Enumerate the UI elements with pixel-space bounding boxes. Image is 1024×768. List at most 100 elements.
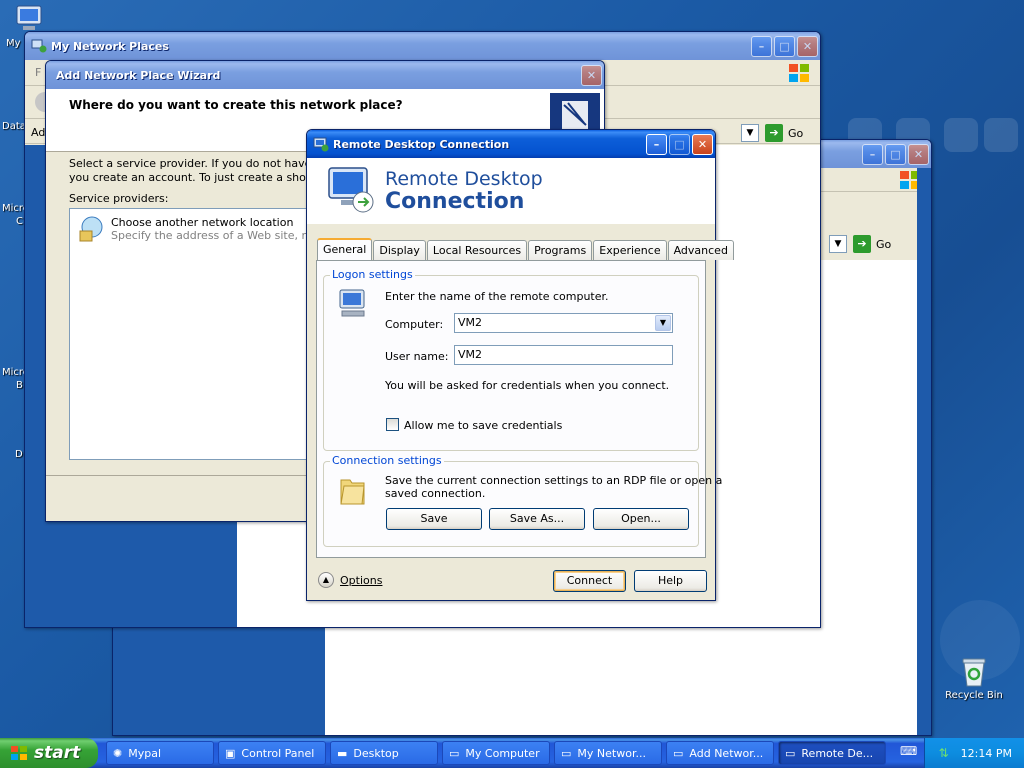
go-label[interactable]: Go [788,127,803,140]
maximize-icon[interactable]: □ [669,133,690,155]
username-label: User name: [385,350,449,363]
desktop-icon-micro-2-sub: B [16,380,23,391]
network-places-icon [31,39,47,53]
control-panel-icon: ▣ [225,746,236,760]
connection-settings-group: Connection settings Save the current con… [323,454,722,547]
username-field[interactable]: VM2 [454,345,673,365]
recycle-bin-icon [962,658,986,687]
remote-desktop-icon: ▭ [785,746,796,760]
taskbar-item-desktop[interactable]: ▬ Desktop [330,741,438,765]
wizard-description-1: Select a service provider. If you do not… [69,157,343,170]
wizard-titlebar[interactable]: Add Network Place Wizard ✕ [46,61,604,89]
provider-name: Choose another network location [111,216,294,229]
save-button[interactable]: Save [386,508,482,530]
network-places-icon: ▭ [561,746,572,760]
computer-label: Computer: [385,318,444,331]
folder-icon: ▬ [337,746,348,760]
windows-logo-icon [789,64,809,82]
network-window-titlebar[interactable]: My Network Places – □ ✕ [25,32,820,60]
computer-icon [339,289,365,317]
wizard-title: Add Network Place Wizard [56,68,221,82]
system-tray: ⇅ 12:14 PM [924,738,1024,768]
connection-settings-title: Connection settings [330,454,444,467]
maximize-icon[interactable]: □ [885,143,906,165]
logon-settings-group: Logon settings Enter the name of the rem… [323,268,699,451]
remote-desktop-banner-icon [328,167,374,213]
minimize-icon[interactable]: – [646,133,667,155]
taskbar-item-mypal[interactable]: ✺ Mypal [106,741,214,765]
taskbar-item-my-computer[interactable]: ▭ My Computer [442,741,550,765]
rdc-title: Remote Desktop Connection [333,137,510,151]
taskbar-item-remote-desktop[interactable]: ▭ Remote De... [778,741,886,765]
tab-programs[interactable]: Programs [528,240,593,260]
tab-general[interactable]: General [317,238,373,260]
clock[interactable]: 12:14 PM [961,747,1012,760]
credentials-note: You will be asked for credentials when y… [385,379,670,392]
tab-local-resources[interactable]: Local Resources [426,240,528,260]
wizard-description-2: you create an account. To just create a … [69,171,336,184]
computer-combobox[interactable]: VM2 ▼ [454,313,673,333]
address-dropdown-icon[interactable]: ▼ [829,235,847,253]
close-icon[interactable]: ✕ [692,133,713,155]
save-credentials-checkbox[interactable] [386,418,399,431]
logon-settings-title: Logon settings [330,268,415,281]
windows-flag-icon [11,746,27,760]
go-label[interactable]: Go [876,238,891,251]
save-credentials-label[interactable]: Allow me to save credentials [404,419,562,432]
options-toggle-icon[interactable]: ▲ [318,572,334,588]
save-as-button[interactable]: Save As... [489,508,585,530]
close-icon[interactable]: ✕ [581,64,602,86]
taskbar-item-control-panel[interactable]: ▣ Control Panel [218,741,326,765]
wizard-heading: Where do you want to create this network… [69,98,403,112]
help-button[interactable]: Help [634,570,707,592]
desktop-tile [944,118,978,152]
remote-desktop-connection-window[interactable]: Remote Desktop Connection – □ ✕ Remote D… [306,129,734,601]
maximize-icon[interactable]: □ [774,35,795,57]
rdc-banner-line2: Connection [385,189,525,214]
tab-display[interactable]: Display [373,240,426,260]
network-location-icon [79,216,103,242]
taskbar-items: ✺ Mypal ▣ Control Panel ▬ Desktop ▭ My Compu… [106,741,890,765]
network-window-title: My Network Places [51,39,169,53]
options-link[interactable]: Options [340,574,382,587]
browser-icon: ✺ [113,746,123,760]
service-providers-label: Service providers: [69,192,169,205]
rdc-banner-line1: Remote Desktop [385,168,543,190]
minimize-icon[interactable]: – [862,143,883,165]
close-icon[interactable]: ✕ [908,143,929,165]
desktop-icon-d[interactable]: D [15,449,23,460]
taskbar: start ✺ Mypal ▣ Control Panel ▬ Desktop ▭ My… [0,738,1024,768]
connect-button[interactable]: Connect [553,570,626,592]
address-dropdown-icon[interactable]: ▼ [741,124,759,142]
go-arrow-icon[interactable]: ➔ [853,235,871,253]
tab-advanced[interactable]: Advanced [667,240,734,260]
go-arrow-icon[interactable]: ➔ [765,124,783,142]
minimize-icon[interactable]: – [751,35,772,57]
window-icon: ▭ [673,746,684,760]
desktop-icon-data[interactable]: Data [2,121,26,132]
computer-icon [16,5,42,30]
close-icon[interactable]: ✕ [797,35,818,57]
taskbar-item-add-network[interactable]: ▭ Add Networ... [666,741,774,765]
taskbar-item-my-network[interactable]: ▭ My Networ... [554,741,662,765]
tray-network-icon[interactable]: ⇅ [939,746,949,760]
desktop-icon-recycle-bin[interactable]: Recycle Bin [942,656,1006,701]
desktop-tile [984,118,1018,152]
rdc-tabs: General Display Local Resources Programs… [317,238,735,260]
start-button[interactable]: start [0,738,98,768]
connection-desc-1: Save the current connection settings to … [385,474,723,487]
chevron-down-icon[interactable]: ▼ [655,315,671,331]
connection-desc-2: saved connection. [385,487,486,500]
computer-icon: ▭ [449,746,460,760]
remote-desktop-icon [313,137,329,151]
keyboard-icon[interactable]: ⌨ [900,744,917,758]
open-button[interactable]: Open... [593,508,689,530]
tab-experience[interactable]: Experience [593,240,667,260]
logon-prompt: Enter the name of the remote computer. [385,290,609,303]
general-tab-panel: Logon settings Enter the name of the rem… [316,260,722,558]
rdc-titlebar[interactable]: Remote Desktop Connection – □ ✕ [307,130,715,158]
provider-description: Specify the address of a Web site, netwo [111,229,336,242]
rdc-banner: Remote Desktop Connection [307,158,715,224]
folder-icon [340,479,365,505]
desktop-icon-micro-sub: C [16,216,23,227]
